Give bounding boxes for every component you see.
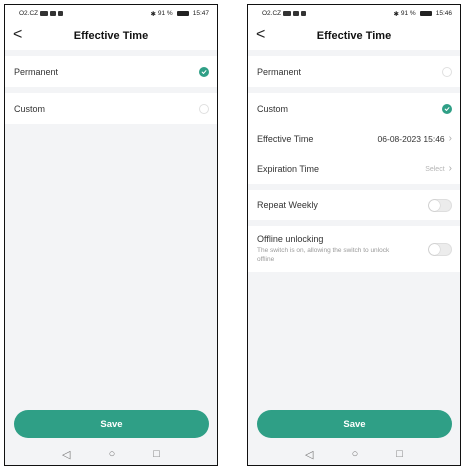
header: < Effective Time: [248, 22, 460, 50]
clock: 15:47: [192, 10, 209, 17]
nav-back-icon[interactable]: ◁: [305, 448, 313, 461]
save-button[interactable]: Save: [14, 410, 209, 438]
expiration-time-placeholder: Select: [425, 165, 445, 173]
signal-icon: [50, 11, 57, 16]
system-navbar: ◁ ○ □: [5, 443, 217, 465]
battery-percent: 91 %: [157, 10, 173, 17]
nav-home-icon[interactable]: ○: [352, 448, 359, 460]
back-arrow-icon[interactable]: <: [256, 27, 265, 43]
radio-unchecked-icon[interactable]: [442, 66, 452, 77]
expiration-time-row[interactable]: Expiration Time Select ›: [248, 154, 460, 184]
back-arrow-icon[interactable]: <: [13, 27, 22, 43]
network-icon: [283, 11, 292, 16]
offline-unlocking-toggle[interactable]: [428, 242, 452, 256]
network-icon: [40, 11, 49, 16]
phone-screen-left: O2.CZ ✱ 91 % 15:47 < Effective Time Perm…: [4, 4, 218, 466]
offline-unlocking-label: Offline unlocking: [257, 234, 324, 244]
status-bar: O2.CZ ✱ 91 % 15:47: [5, 5, 217, 22]
page-title: Effective Time: [316, 30, 392, 42]
chevron-right-icon: ›: [448, 133, 452, 144]
radio-unchecked-icon[interactable]: [199, 103, 209, 114]
offline-unlocking-description: The switch is on, allowing the switch to…: [257, 247, 390, 263]
option-permanent[interactable]: Permanent: [5, 56, 217, 87]
carrier-label: O2.CZ: [262, 10, 282, 17]
option-custom-label: Custom: [257, 103, 289, 114]
effective-time-row[interactable]: Effective Time 06-08-2023 15:46 ›: [248, 124, 460, 154]
clock: 15:46: [435, 10, 452, 17]
nav-back-icon[interactable]: ◁: [62, 448, 70, 461]
check-icon[interactable]: [442, 103, 452, 114]
option-permanent-label: Permanent: [14, 66, 59, 77]
battery-icon: [176, 11, 189, 16]
repeat-weekly-row: Repeat Weekly: [248, 190, 460, 220]
option-permanent-label: Permanent: [257, 66, 302, 77]
nav-recent-icon[interactable]: □: [396, 448, 403, 460]
expiration-time-label: Expiration Time: [257, 164, 320, 174]
battery-icon: [419, 11, 432, 16]
carrier-label: O2.CZ: [19, 10, 39, 17]
bluetooth-icon: ✱: [393, 10, 399, 18]
header: < Effective Time: [5, 22, 217, 50]
system-navbar: ◁ ○ □: [248, 443, 460, 465]
repeat-weekly-label: Repeat Weekly: [257, 200, 318, 210]
nav-home-icon[interactable]: ○: [109, 448, 116, 460]
option-custom[interactable]: Custom: [248, 93, 460, 124]
check-icon[interactable]: [199, 66, 209, 77]
option-custom[interactable]: Custom: [5, 93, 217, 124]
wifi-icon: [301, 11, 307, 16]
save-button[interactable]: Save: [257, 410, 452, 438]
effective-time-label: Effective Time: [257, 134, 314, 144]
battery-percent: 91 %: [400, 10, 416, 17]
bluetooth-icon: ✱: [150, 10, 156, 18]
effective-time-value: 06-08-2023 15:46: [377, 134, 445, 144]
status-bar: O2.CZ ✱ 91 % 15:46: [248, 5, 460, 22]
option-custom-label: Custom: [14, 103, 46, 114]
option-permanent[interactable]: Permanent: [248, 56, 460, 87]
wifi-icon: [58, 11, 64, 16]
chevron-right-icon: ›: [448, 163, 452, 174]
phone-screen-right: O2.CZ ✱ 91 % 15:46 < Effective Time Perm…: [247, 4, 461, 466]
repeat-weekly-toggle[interactable]: [428, 198, 452, 212]
signal-icon: [293, 11, 300, 16]
page-title: Effective Time: [73, 30, 149, 42]
nav-recent-icon[interactable]: □: [153, 448, 160, 460]
offline-unlocking-row: Offline unlocking The switch is on, allo…: [248, 226, 460, 272]
